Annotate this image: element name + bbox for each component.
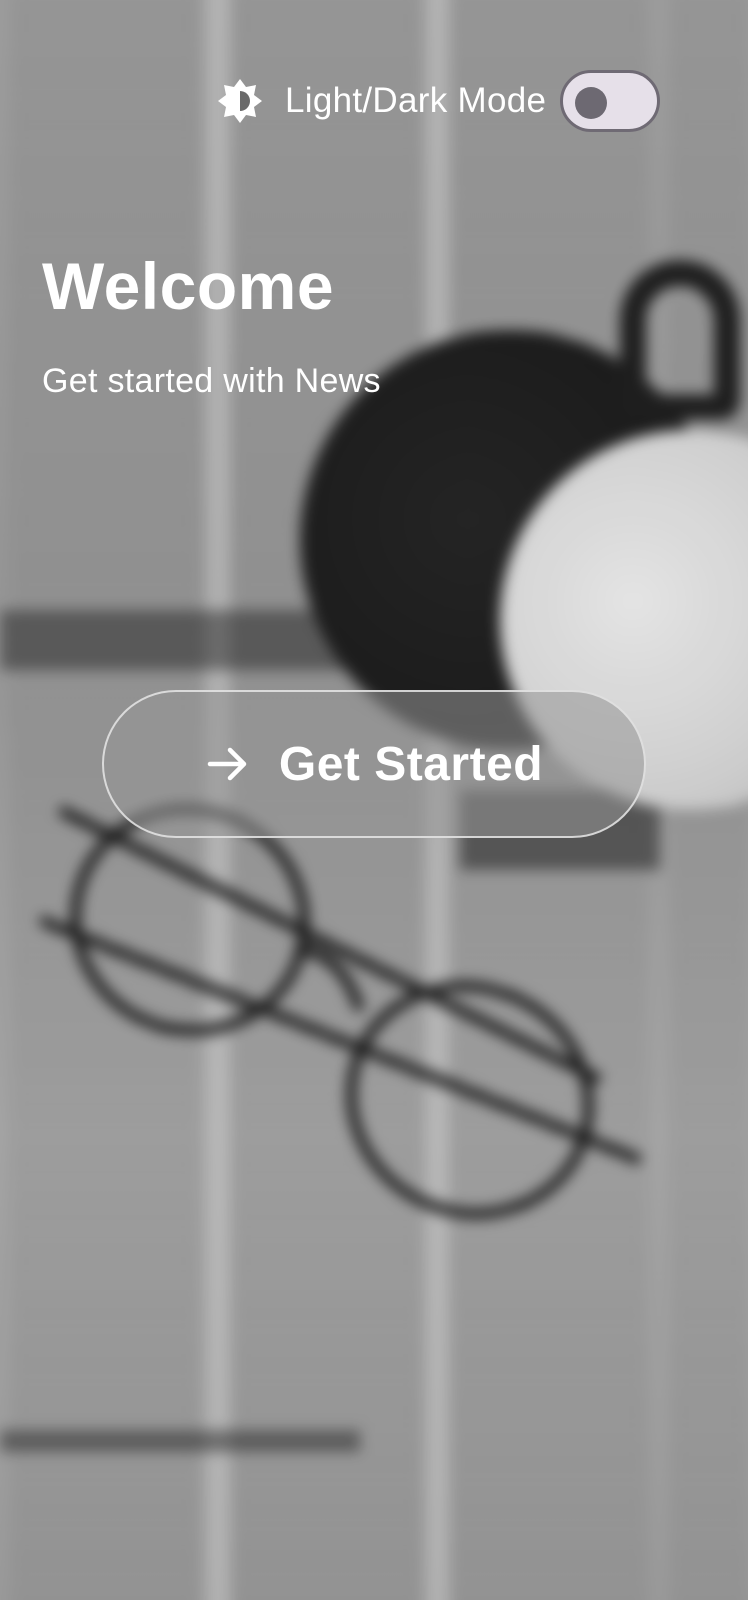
theme-toggle-switch[interactable] bbox=[560, 70, 661, 132]
page-title: Welcome bbox=[42, 249, 335, 323]
get-started-button[interactable]: Get Started bbox=[102, 690, 646, 838]
arrow-right-icon bbox=[205, 741, 251, 787]
page-subtitle: Get started with News bbox=[42, 362, 381, 400]
get-started-label: Get Started bbox=[278, 737, 544, 791]
toggle-thumb bbox=[575, 87, 608, 119]
welcome-screen: Light/Dark Mode Welcome Get started with… bbox=[0, 0, 748, 1600]
theme-toggle-row: Light/Dark Mode bbox=[215, 70, 661, 132]
theme-toggle-label: Light/Dark Mode bbox=[285, 81, 547, 120]
brightness-icon bbox=[215, 76, 265, 126]
